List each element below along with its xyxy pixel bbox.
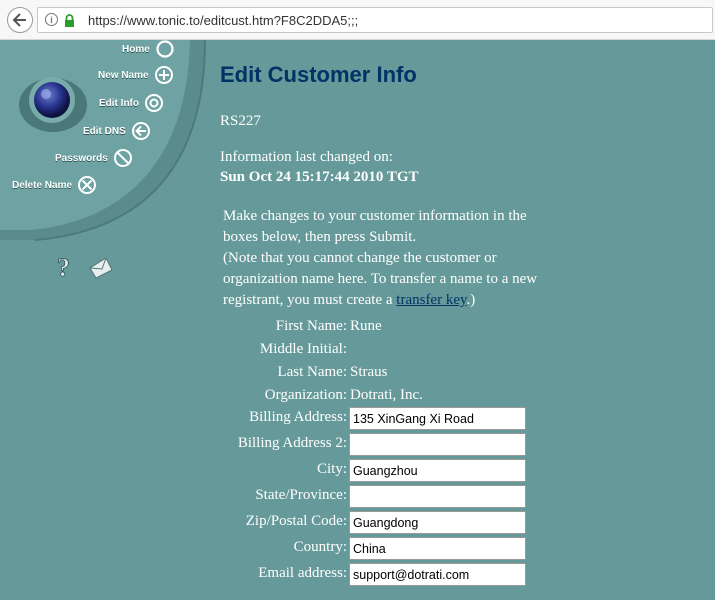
no-entry-icon <box>113 149 132 167</box>
billing-address-input[interactable] <box>349 407 526 430</box>
circle-icon <box>156 40 174 58</box>
nav-home[interactable]: Home <box>122 39 175 59</box>
nav-edit-dns-label: Edit DNS <box>83 125 126 137</box>
form-row-email: Email address: <box>0 563 715 586</box>
form-row-billing-address: Billing Address: <box>0 407 715 430</box>
nav-delete-name[interactable]: Delete Name <box>12 175 97 195</box>
country-label: Country: <box>293 539 347 555</box>
form-row-organization: Organization: Dotrati, Inc. <box>0 384 715 406</box>
middle-initial-label: Middle Initial: <box>259 341 347 357</box>
email-input[interactable] <box>349 563 526 586</box>
transfer-note: (Note that you cannot change the custome… <box>223 248 558 311</box>
city-label: City: <box>316 461 347 477</box>
help-icon[interactable]: ? <box>54 254 76 282</box>
last-name-value: Straus <box>350 364 388 380</box>
state-label: State/Province: <box>255 487 347 503</box>
url-field[interactable]: i https://www.tonic.to/editcust.htm?F8C2… <box>37 7 713 33</box>
form-row-zip: Zip/Postal Code: <box>0 511 715 534</box>
city-input[interactable] <box>349 459 526 482</box>
nav-delete-name-label: Delete Name <box>12 179 73 191</box>
nav-edit-info-label: Edit Info <box>99 97 139 109</box>
nav-new-name[interactable]: New Name <box>98 65 174 85</box>
last-changed-date: Sun Oct 24 15:17:44 2010 TGT <box>220 169 419 185</box>
form-row-middle-initial: Middle Initial: <box>0 338 715 360</box>
browser-address-bar: i https://www.tonic.to/editcust.htm?F8C2… <box>0 0 715 40</box>
form-row-city: City: <box>0 459 715 482</box>
svg-text:?: ? <box>57 254 70 282</box>
info-icon[interactable]: i <box>45 13 58 26</box>
form-row-first-name: First Name: Rune <box>0 315 715 337</box>
nav-edit-info[interactable]: Edit Info <box>99 93 164 113</box>
last-name-label: Last Name: <box>277 364 347 380</box>
billing-address-label: Billing Address: <box>249 409 347 425</box>
nav-edit-dns[interactable]: Edit DNS <box>83 121 151 141</box>
organization-label: Organization: <box>264 387 347 403</box>
mail-icon[interactable] <box>86 254 114 280</box>
first-name-value: Rune <box>350 318 382 334</box>
form-row-last-name: Last Name: Straus <box>0 361 715 383</box>
lock-icon <box>65 14 74 27</box>
x-box-icon <box>78 176 97 194</box>
billing-address-2-input[interactable] <box>349 433 526 456</box>
note-prefix: (Note that you cannot change the custome… <box>223 250 538 308</box>
last-changed-label: Information last changed on: <box>220 149 393 165</box>
note-suffix: .) <box>466 292 476 308</box>
nav-passwords-label: Passwords <box>55 152 108 164</box>
transfer-key-link[interactable]: transfer key <box>396 292 466 308</box>
page-title: Edit Customer Info <box>220 62 417 87</box>
zip-label: Zip/Postal Code: <box>245 513 347 529</box>
state-input[interactable] <box>349 485 526 508</box>
account-id: RS227 <box>220 113 261 129</box>
logo-orb-icon <box>34 82 70 118</box>
form-row-billing-address-2: Billing Address 2: <box>0 433 715 456</box>
form-row-state: State/Province: <box>0 485 715 508</box>
back-button[interactable] <box>7 7 33 33</box>
country-input[interactable] <box>349 537 526 560</box>
nav-home-label: Home <box>122 43 150 55</box>
instructions-text: Make changes to your customer informatio… <box>223 208 527 245</box>
organization-value: Dotrati, Inc. <box>350 387 423 403</box>
arrow-left-icon <box>12 13 26 27</box>
url-text: https://www.tonic.to/editcust.htm?F8C2DD… <box>88 13 359 28</box>
arrow-left-circle-icon <box>131 122 150 140</box>
plus-circle-icon <box>154 66 173 84</box>
form-row-country: Country: <box>0 537 715 560</box>
target-icon <box>145 94 163 112</box>
nav-passwords[interactable]: Passwords <box>55 148 133 168</box>
zip-input[interactable] <box>349 511 526 534</box>
nav-new-name-label: New Name <box>98 69 149 81</box>
billing-address-2-label: Billing Address 2: <box>237 435 347 451</box>
first-name-label: First Name: <box>275 318 347 334</box>
email-label: Email address: <box>258 565 347 581</box>
sidebar-nav: Home New Name Edit Info Edit DNS Passwor… <box>0 40 210 290</box>
